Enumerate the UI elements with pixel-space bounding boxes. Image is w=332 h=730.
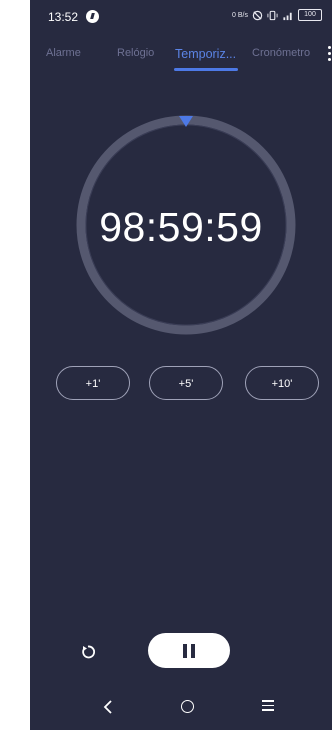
silent-icon xyxy=(252,10,263,20)
signal-icon xyxy=(283,12,292,20)
tab-alarme[interactable]: Alarme xyxy=(46,47,81,59)
vibrate-icon xyxy=(267,10,278,20)
tab-temporizador[interactable]: Temporiz... xyxy=(175,47,236,61)
system-icons: 0 B/s 100 xyxy=(232,9,322,21)
status-time: 13:52 xyxy=(48,10,79,24)
tab-bar: Alarme Relógio Temporiz... Cronómetro xyxy=(30,40,332,71)
add-1-minute-button[interactable]: +1' xyxy=(56,366,130,400)
home-icon[interactable] xyxy=(181,700,194,713)
active-tab-indicator xyxy=(174,68,238,71)
recent-apps-icon[interactable] xyxy=(262,700,274,712)
tab-relogio[interactable]: Relógio xyxy=(117,47,154,59)
back-icon[interactable] xyxy=(100,699,116,715)
status-bar: 13:52 0 B/s 100 xyxy=(30,0,332,36)
network-speed: 0 B/s xyxy=(232,11,248,19)
add-5-minutes-button[interactable]: +5' xyxy=(149,366,223,400)
timer-position-marker-icon xyxy=(179,116,193,127)
pause-button[interactable] xyxy=(148,633,230,668)
alert-icon xyxy=(86,10,99,23)
tab-cronometro[interactable]: Cronómetro xyxy=(252,47,310,59)
reset-icon[interactable] xyxy=(80,644,96,660)
timer-display: 98:59:59 xyxy=(99,204,263,250)
clock-app-screen: 13:52 0 B/s 100 Alarme Relógio Temporiz.… xyxy=(30,0,332,730)
battery-icon: 100 xyxy=(298,9,322,21)
more-options-icon[interactable] xyxy=(328,46,332,62)
navigation-bar xyxy=(30,684,332,730)
add-10-minutes-button[interactable]: +10' xyxy=(245,366,319,400)
